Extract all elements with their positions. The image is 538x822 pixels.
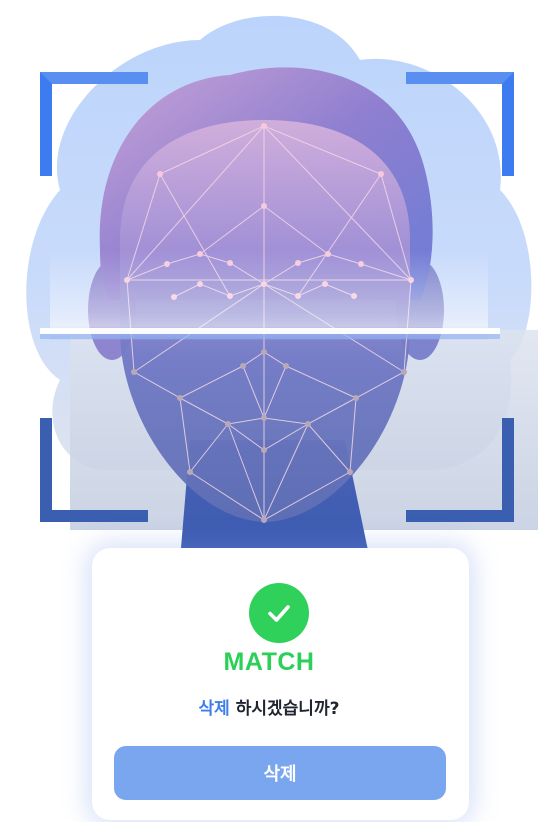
frame-corner-top-right	[406, 72, 514, 176]
checkmark-icon	[268, 605, 290, 622]
scan-line-glow	[40, 334, 500, 339]
scan-band	[50, 250, 488, 340]
prompt-highlight: 삭제	[198, 699, 230, 719]
frame-corner-top-left	[40, 72, 148, 176]
scan-line	[40, 328, 500, 334]
prompt-rest: 하시겠습니까?	[229, 699, 340, 719]
match-status: MATCH	[223, 648, 315, 676]
frame-corner-bottom-right	[406, 418, 514, 522]
frame-corner-bottom-left	[40, 418, 148, 522]
check-circle-icon	[249, 583, 309, 643]
delete-confirm-prompt: 삭제 하시겠습니까?	[0, 694, 538, 719]
delete-button[interactable]: 삭제	[114, 746, 446, 800]
